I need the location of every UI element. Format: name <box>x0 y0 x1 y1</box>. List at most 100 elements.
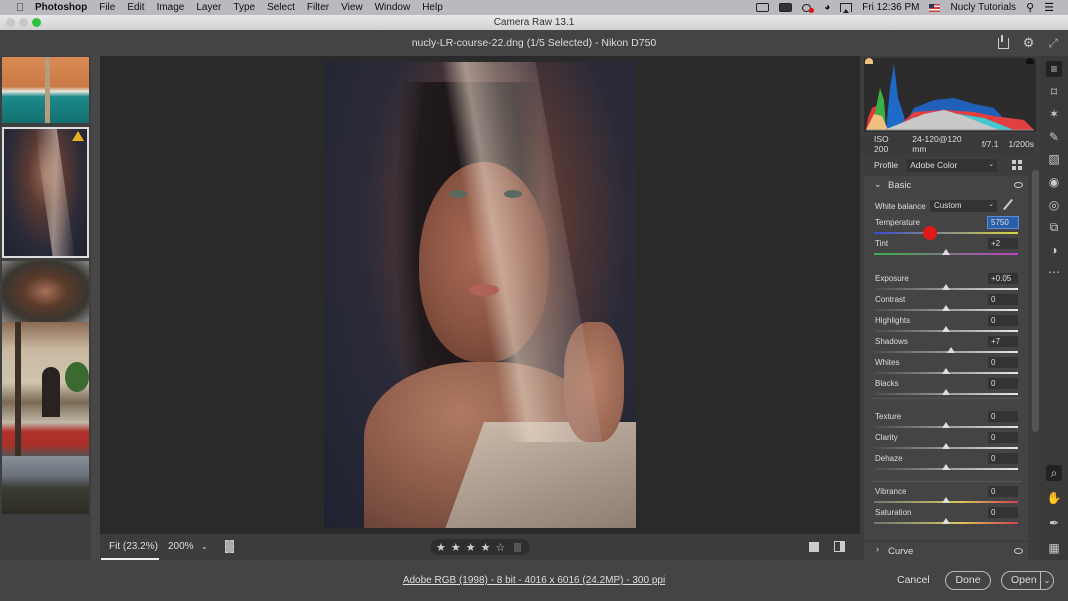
highlights-value-field[interactable]: 0 <box>988 315 1018 326</box>
exposure-slider-thumb[interactable] <box>942 284 950 290</box>
spotlight-search-icon[interactable]: ⚲ <box>1026 1 1034 14</box>
zoom-dropdown-chevron-icon[interactable]: ⌄ <box>201 534 208 560</box>
color-sampler-icon[interactable]: ✒ <box>1046 515 1062 531</box>
clarity-value-field[interactable]: 0 <box>988 432 1018 443</box>
thumbnail-curly-hair-portrait[interactable] <box>2 261 89 322</box>
screen-record-icon[interactable] <box>756 3 770 12</box>
open-options-chevron-icon[interactable]: ⌄ <box>1040 572 1053 589</box>
flag-icon[interactable] <box>929 3 941 12</box>
texture-slider-thumb[interactable] <box>942 422 950 428</box>
clarity-slider-thumb[interactable] <box>942 443 950 449</box>
temperature-value-field[interactable]: 5750 <box>987 216 1019 229</box>
texture-value-field[interactable]: 0 <box>988 411 1018 422</box>
curve-section-chevron-icon[interactable]: › <box>876 544 879 554</box>
vibrance-slider-thumb[interactable] <box>942 497 950 503</box>
eyedropper-icon[interactable] <box>1003 198 1013 211</box>
more-icon[interactable]: ⋯ <box>1046 264 1062 280</box>
blacks-value-field[interactable]: 0 <box>988 378 1018 389</box>
wifi-icon[interactable]: ◕ <box>824 2 830 13</box>
close-window-button[interactable] <box>6 18 15 27</box>
profile-browser-icon[interactable] <box>1012 160 1023 170</box>
shadows-slider-thumb[interactable] <box>947 347 956 353</box>
zoom-level-button[interactable]: 200% <box>168 534 194 560</box>
presets-icon[interactable]: ◑ <box>1046 242 1062 258</box>
menu-window[interactable]: Window <box>375 2 411 13</box>
exposure-value-field[interactable]: +0.05 <box>988 273 1018 284</box>
saturation-slider-thumb[interactable] <box>942 518 950 524</box>
dehaze-value-field[interactable]: 0 <box>988 453 1018 464</box>
highlights-slider-thumb[interactable] <box>942 326 950 332</box>
star-rating[interactable]: ★ ★ ★ ★ ☆ <box>430 539 530 555</box>
zoom-icon[interactable]: ⌕ <box>1046 465 1062 481</box>
notification-center-icon[interactable]: ☰ <box>1044 1 1054 14</box>
menu-file[interactable]: File <box>99 2 115 13</box>
visibility-eye-icon[interactable] <box>1014 548 1023 554</box>
photo-preview[interactable] <box>324 62 636 528</box>
before-after-split-icon[interactable] <box>834 541 845 552</box>
apple-icon[interactable]:  <box>14 2 26 14</box>
menu-view[interactable]: View <box>341 2 363 13</box>
tint-slider-thumb[interactable] <box>942 249 950 255</box>
filmstrip-resize-handle[interactable] <box>91 56 100 560</box>
visibility-eye-icon[interactable] <box>1014 182 1023 188</box>
basic-section-chevron-icon[interactable]: ⌄ <box>874 179 882 190</box>
star-filled-icon[interactable]: ★ <box>436 541 446 554</box>
gradient-icon[interactable]: ▧ <box>1046 151 1062 167</box>
menu-filter[interactable]: Filter <box>307 2 329 13</box>
star-filled-icon[interactable]: ★ <box>451 541 461 554</box>
shadows-value-field[interactable]: +7 <box>988 336 1018 347</box>
menu-app-name[interactable]: Photoshop <box>35 2 87 13</box>
before-after-single-icon[interactable] <box>809 542 819 552</box>
menu-layer[interactable]: Layer <box>196 2 221 13</box>
saturation-value-field[interactable]: 0 <box>988 507 1018 518</box>
thumbnail-landscape-dusk[interactable] <box>2 456 89 514</box>
whites-value-field[interactable]: 0 <box>988 357 1018 368</box>
menu-edit[interactable]: Edit <box>127 2 144 13</box>
radial-filter-icon[interactable]: ◉ <box>1046 174 1062 190</box>
curve-section[interactable]: › Curve <box>864 542 1028 560</box>
done-button[interactable]: Done <box>945 571 991 590</box>
menu-select[interactable]: Select <box>267 2 295 13</box>
zoom-window-button[interactable] <box>32 18 41 27</box>
menubar-clock[interactable]: Fri 12:36 PM <box>862 2 919 13</box>
white-balance-select[interactable]: Custom ⌄ <box>930 200 997 212</box>
panel-scrollbar[interactable] <box>1032 170 1039 432</box>
gear-icon[interactable]: ⚙ <box>1023 30 1035 56</box>
whites-slider-thumb[interactable] <box>942 368 950 374</box>
brush-icon[interactable]: ✎ <box>1046 129 1062 145</box>
contrast-slider-thumb[interactable] <box>942 305 950 311</box>
edit-sliders-icon[interactable]: ≡ <box>1046 61 1062 77</box>
menu-type[interactable]: Type <box>233 2 255 13</box>
fit-zoom-button[interactable]: Fit (23.2%) <box>109 534 158 560</box>
open-button[interactable]: Open ⌄ <box>1001 571 1054 590</box>
shadow-clipping-icon[interactable] <box>865 58 873 64</box>
snapshots-icon[interactable]: ⧉ <box>1046 219 1062 235</box>
menu-image[interactable]: Image <box>157 2 185 13</box>
star-filled-icon[interactable]: ★ <box>481 541 491 554</box>
creative-cloud-icon[interactable] <box>802 3 815 13</box>
dehaze-slider-thumb[interactable] <box>942 464 950 470</box>
battery-icon[interactable] <box>779 3 793 12</box>
crop-icon[interactable]: ⌑ <box>1046 84 1062 100</box>
healing-icon[interactable]: ✶ <box>1046 106 1062 122</box>
profile-select[interactable]: Adobe Color ⌄ <box>907 158 998 172</box>
hand-icon[interactable]: ✋ <box>1046 490 1062 506</box>
temperature-slider-track[interactable] <box>874 232 1018 234</box>
thumbnail-building-facade[interactable] <box>2 322 89 456</box>
minimize-window-button[interactable] <box>19 18 28 27</box>
filmstrip-toggle-icon[interactable] <box>225 540 234 553</box>
menubar-user[interactable]: Nucly Tutorials <box>950 2 1016 13</box>
tint-value-field[interactable]: +2 <box>988 238 1018 249</box>
cancel-button[interactable]: Cancel <box>897 574 930 586</box>
vibrance-value-field[interactable]: 0 <box>988 486 1018 497</box>
grid-icon[interactable]: ▦ <box>1046 540 1062 556</box>
thumbnail-beach-aerial[interactable] <box>2 57 89 123</box>
reject-trash-icon[interactable] <box>514 542 522 552</box>
menu-help[interactable]: Help <box>422 2 443 13</box>
blacks-slider-thumb[interactable] <box>942 389 950 395</box>
curve-section-title[interactable]: Curve <box>888 546 913 557</box>
highlight-clipping-icon[interactable] <box>1026 58 1034 64</box>
shadows-slider-track[interactable] <box>874 351 1018 353</box>
fullscreen-icon[interactable]: ⤢ <box>1048 30 1058 56</box>
thumbnail-veiled-portrait[interactable] <box>2 127 89 258</box>
